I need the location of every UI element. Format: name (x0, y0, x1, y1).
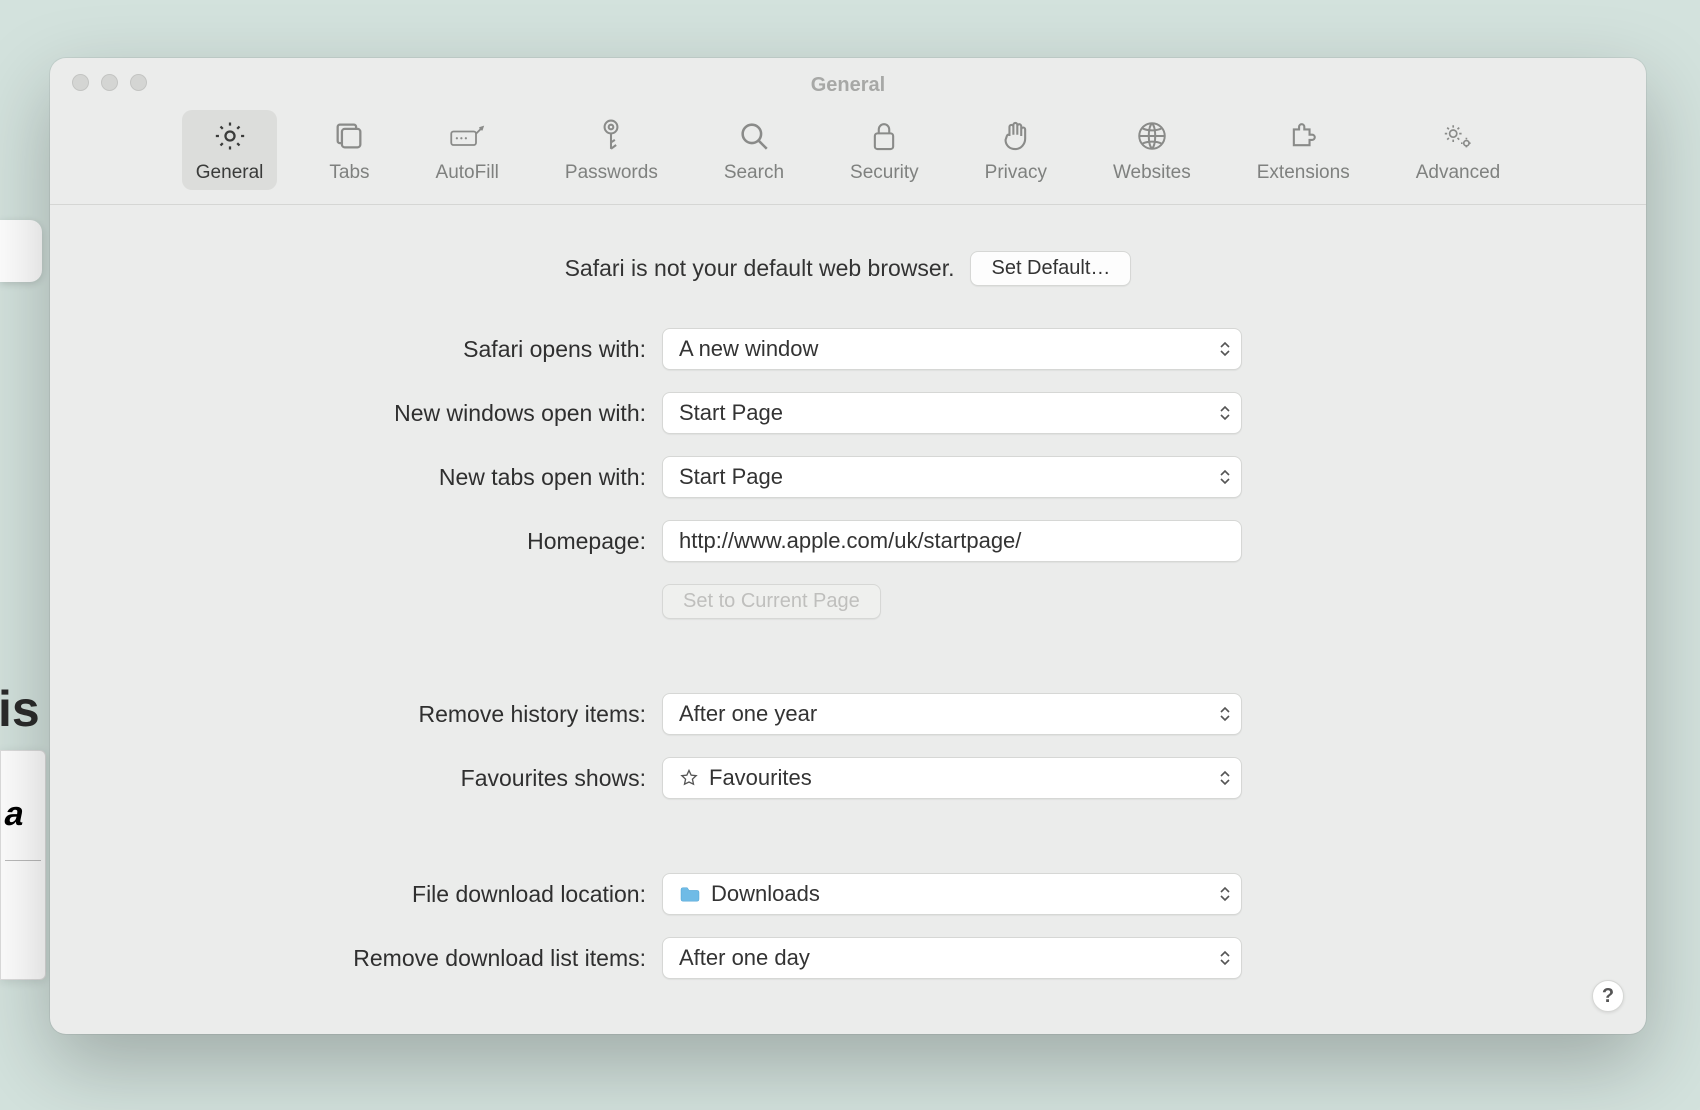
tab-label: Tabs (329, 162, 369, 184)
select-value: Favourites (709, 765, 812, 791)
select-value: After one day (679, 945, 810, 971)
tabs-icon (331, 118, 367, 154)
select-favourites[interactable]: Favourites (662, 757, 1242, 799)
minimize-window-button[interactable] (101, 74, 118, 91)
general-pane: Safari is not your default web browser. … (50, 205, 1646, 1034)
zoom-window-button[interactable] (130, 74, 147, 91)
tab-label: Advanced (1416, 162, 1501, 184)
select-new-windows[interactable]: Start Page (662, 392, 1242, 434)
globe-icon (1134, 118, 1170, 154)
gears-icon (1440, 118, 1476, 154)
updown-icon (1219, 469, 1231, 485)
select-new-tabs[interactable]: Start Page (662, 456, 1242, 498)
tab-tabs[interactable]: Tabs (315, 110, 383, 190)
hand-icon (998, 118, 1034, 154)
updown-icon (1219, 886, 1231, 902)
gear-icon (212, 118, 248, 154)
window-title: General (50, 60, 1646, 97)
label-favourites: Favourites shows: (90, 765, 646, 792)
key-icon (593, 118, 629, 154)
lock-icon (866, 118, 902, 154)
default-browser-row: Safari is not your default web browser. … (90, 251, 1606, 286)
puzzle-icon (1285, 118, 1321, 154)
select-value: Start Page (679, 464, 783, 490)
window-controls (72, 74, 147, 91)
select-opens-with[interactable]: A new window (662, 328, 1242, 370)
tab-label: Passwords (565, 162, 658, 184)
search-icon (736, 118, 772, 154)
tab-label: Security (850, 162, 919, 184)
homepage-value: http://www.apple.com/uk/startpage/ (679, 528, 1021, 554)
background-window-fragment: is a —————— (0, 220, 40, 960)
updown-icon (1219, 770, 1231, 786)
tab-search[interactable]: Search (710, 110, 798, 190)
open-safe-files-label: Open “safe” files after downloading (698, 1033, 1039, 1034)
tab-advanced[interactable]: Advanced (1402, 110, 1515, 190)
tab-privacy[interactable]: Privacy (971, 110, 1061, 190)
updown-icon (1219, 950, 1231, 966)
close-window-button[interactable] (72, 74, 89, 91)
label-opens-with: Safari opens with: (90, 336, 646, 363)
tab-passwords[interactable]: Passwords (551, 110, 672, 190)
label-new-windows: New windows open with: (90, 400, 646, 427)
select-remove-history[interactable]: After one year (662, 693, 1242, 735)
background-tiny-text: —————— (1, 858, 41, 864)
default-browser-message: Safari is not your default web browser. (565, 255, 955, 282)
preferences-window: General General Tabs (50, 58, 1646, 1034)
label-download-location: File download location: (90, 881, 646, 908)
select-value: Start Page (679, 400, 783, 426)
background-logo-fragment: a (0, 801, 46, 828)
titlebar: General (50, 58, 1646, 98)
label-homepage: Homepage: (90, 528, 646, 555)
tab-extensions[interactable]: Extensions (1243, 110, 1364, 190)
select-remove-downloads[interactable]: After one day (662, 937, 1242, 979)
help-button[interactable]: ? (1592, 980, 1624, 1012)
tab-label: Extensions (1257, 162, 1350, 184)
autofill-icon (449, 118, 485, 154)
updown-icon (1219, 405, 1231, 421)
background-card-fragment: a —————— (0, 750, 46, 980)
tab-label: Websites (1113, 162, 1191, 184)
tab-label: Search (724, 162, 784, 184)
folder-icon (679, 885, 701, 903)
background-tab-shape (0, 220, 42, 282)
preferences-toolbar: General Tabs AutoFill (50, 98, 1646, 205)
updown-icon (1219, 706, 1231, 722)
tab-label: Privacy (985, 162, 1047, 184)
updown-icon (1219, 341, 1231, 357)
select-value: A new window (679, 336, 818, 362)
select-value: After one year (679, 701, 817, 727)
tab-label: General (196, 162, 264, 184)
tab-security[interactable]: Security (836, 110, 933, 190)
label-remove-downloads: Remove download list items: (90, 945, 646, 972)
label-new-tabs: New tabs open with: (90, 464, 646, 491)
set-current-page-button[interactable]: Set to Current Page (662, 584, 881, 619)
star-icon (679, 768, 699, 788)
label-remove-history: Remove history items: (90, 701, 646, 728)
select-value: Downloads (711, 881, 820, 907)
tab-websites[interactable]: Websites (1099, 110, 1205, 190)
set-default-button[interactable]: Set Default… (970, 251, 1131, 286)
tab-label: AutoFill (436, 162, 499, 184)
tab-general[interactable]: General (182, 110, 278, 190)
tab-autofill[interactable]: AutoFill (422, 110, 513, 190)
homepage-field[interactable]: http://www.apple.com/uk/startpage/ (662, 520, 1242, 562)
select-download-location[interactable]: Downloads (662, 873, 1242, 915)
